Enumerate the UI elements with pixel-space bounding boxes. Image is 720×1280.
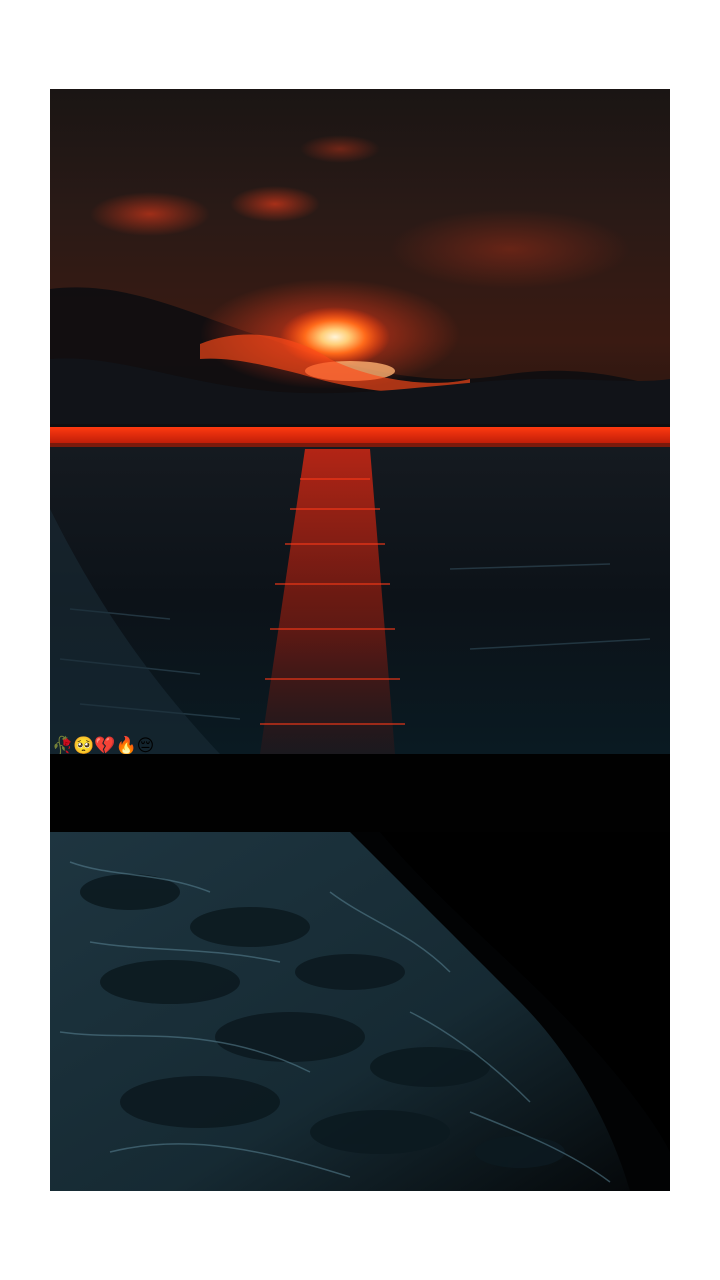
ocean-wake-image: [50, 832, 670, 1191]
sunset-sea-image: 🥀🥺💔🔥😔: [50, 89, 670, 754]
video-frame[interactable]: 🥀🥺💔🔥😔: [50, 89, 670, 1191]
caption-emojis: 🥀🥺💔🔥😔: [52, 736, 155, 754]
wake-illustration: [50, 832, 670, 1191]
caption-bar: [50, 754, 670, 832]
sunset-illustration: [50, 89, 670, 754]
